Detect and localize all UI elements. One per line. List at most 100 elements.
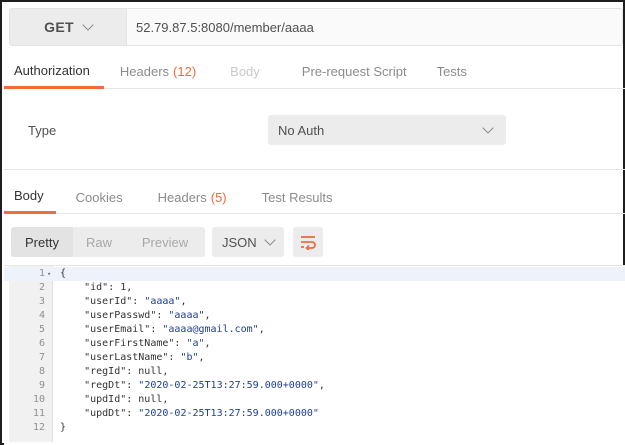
json-punct: , xyxy=(204,338,211,349)
json-punct: : xyxy=(174,338,187,349)
code-line: 12} xyxy=(4,421,625,435)
view-mode-pretty-button[interactable]: Pretty xyxy=(11,227,73,257)
json-punct xyxy=(60,380,84,391)
json-punct: : xyxy=(156,310,169,321)
json-punct xyxy=(60,394,84,405)
wrap-lines-icon xyxy=(301,236,316,250)
code-line: 4 "userPasswd": "aaaa", xyxy=(4,309,625,323)
line-number: 5 xyxy=(38,324,45,335)
json-punct: , xyxy=(180,296,187,307)
json-punct: , xyxy=(318,380,325,391)
json-key: "userFirstName" xyxy=(84,338,175,349)
json-string: "aaaa" xyxy=(168,310,205,321)
json-punct: : xyxy=(126,380,139,391)
code-text: { xyxy=(60,267,66,281)
code-line: 8 "regId": null, xyxy=(4,365,625,379)
tab-label: Tests xyxy=(436,64,467,79)
response-tabs: Body Cookies Headers (5) Test Results xyxy=(4,180,625,214)
response-tab-cookies[interactable]: Cookies xyxy=(56,180,140,214)
code-text: "updId": null, xyxy=(60,393,168,407)
json-punct: : null, xyxy=(126,394,169,405)
chevron-down-icon xyxy=(482,122,494,134)
wrap-lines-button[interactable] xyxy=(293,227,323,257)
json-punct: : xyxy=(126,408,139,419)
json-string: "aaaa@gmail.com" xyxy=(162,324,259,335)
tab-label: Headers xyxy=(157,189,207,205)
code-text: "regId": null, xyxy=(60,365,168,379)
json-key: "id" xyxy=(84,282,109,293)
tab-count-badge: (5) xyxy=(210,189,227,205)
code-text: } xyxy=(60,421,66,435)
fold-arrow-icon[interactable]: ▾ xyxy=(47,267,51,281)
code-text: "userEmail": "aaaa@gmail.com", xyxy=(60,323,265,337)
json-punct: : xyxy=(150,324,163,335)
response-toolbar: Pretty Raw Preview JSON xyxy=(4,215,625,265)
method-label: GET xyxy=(44,19,74,35)
response-tab-body[interactable]: Body xyxy=(4,180,56,214)
line-number: 1 xyxy=(38,268,45,279)
json-key: "updId" xyxy=(84,394,127,405)
code-text: "id": 1, xyxy=(60,281,132,295)
json-punct xyxy=(60,324,84,335)
json-punct: } xyxy=(60,422,67,433)
view-mode-preview-button[interactable]: Preview xyxy=(125,227,205,257)
auth-type-value: No Auth xyxy=(278,122,325,138)
json-punct: , xyxy=(204,310,211,321)
request-url-bar: GET 52.79.87.5:8080/member/aaaa xyxy=(9,8,623,46)
request-tab-authorization[interactable]: Authorization xyxy=(4,54,104,89)
method-dropdown[interactable]: GET xyxy=(9,8,126,46)
code-line: 6 "userFirstName": "a", xyxy=(4,337,625,351)
line-number: 12 xyxy=(32,422,45,433)
json-key: "userLastName" xyxy=(84,352,169,363)
code-text: "userId": "aaaa", xyxy=(60,295,186,309)
code-text: "userLastName": "b", xyxy=(60,351,204,365)
line-number: 10 xyxy=(32,394,45,405)
line-number: 11 xyxy=(32,408,45,419)
json-punct: : 1, xyxy=(108,282,133,293)
json-key: "updDt" xyxy=(84,408,127,419)
response-tab-test-results[interactable]: Test Results xyxy=(244,180,343,214)
json-punct xyxy=(60,408,84,419)
auth-type-dropdown[interactable]: No Auth xyxy=(268,115,506,145)
auth-type-label: Type xyxy=(28,123,57,138)
code-line: 3 "userId": "aaaa", xyxy=(4,295,625,309)
json-punct: : xyxy=(132,296,145,307)
response-body-editor[interactable]: 1 ▾ {2 "id": 1, 3 "userId": "aaaa", 4 "userP… xyxy=(4,265,625,445)
code-text: "userPasswd": "aaaa", xyxy=(60,309,211,323)
request-tab-pre-request-script[interactable]: Pre-request Script xyxy=(280,54,429,89)
json-string: "a" xyxy=(186,338,205,349)
line-number: 6 xyxy=(38,338,45,349)
tab-label: Body xyxy=(14,188,44,203)
view-mode-raw-button[interactable]: Raw xyxy=(73,227,125,257)
code-text: "userFirstName": "a", xyxy=(60,337,211,351)
json-punct: : null, xyxy=(126,366,169,377)
json-string: "b" xyxy=(180,352,199,363)
postman-window: GET 52.79.87.5:8080/member/aaaa Authoriz… xyxy=(0,0,625,445)
request-tab-headers[interactable]: Headers (12) xyxy=(104,54,210,89)
code-line: 2 "id": 1, xyxy=(4,281,625,295)
format-value: JSON xyxy=(222,234,257,250)
code-text: "regDt": "2020-02-25T13:27:59.000+0000", xyxy=(60,379,325,393)
tab-label: Pre-request Script xyxy=(301,64,407,79)
tab-label: Authorization xyxy=(14,62,90,78)
json-key: "userId" xyxy=(84,296,133,307)
auth-panel: Type No Auth xyxy=(4,90,625,170)
json-punct: : xyxy=(168,352,181,363)
json-punct xyxy=(60,366,84,377)
json-punct xyxy=(60,296,84,307)
tab-label: Test Results xyxy=(261,189,333,205)
line-number: 8 xyxy=(38,366,45,377)
json-key: "userPasswd" xyxy=(84,310,157,321)
tab-label: Body xyxy=(230,64,260,79)
request-tab-tests[interactable]: Tests xyxy=(429,54,475,89)
format-dropdown[interactable]: JSON xyxy=(212,227,284,257)
response-tab-headers[interactable]: Headers (5) xyxy=(140,180,244,214)
json-key: "regId" xyxy=(84,366,127,377)
url-input[interactable]: 52.79.87.5:8080/member/aaaa xyxy=(126,8,623,46)
code-line: 5 "userEmail": "aaaa@gmail.com", xyxy=(4,323,625,337)
json-punct xyxy=(60,352,84,363)
json-string: "2020-02-25T13:27:59.000+0000" xyxy=(138,408,319,419)
json-punct: , xyxy=(258,324,265,335)
json-punct xyxy=(60,282,84,293)
request-tab-body[interactable]: Body xyxy=(210,54,280,89)
